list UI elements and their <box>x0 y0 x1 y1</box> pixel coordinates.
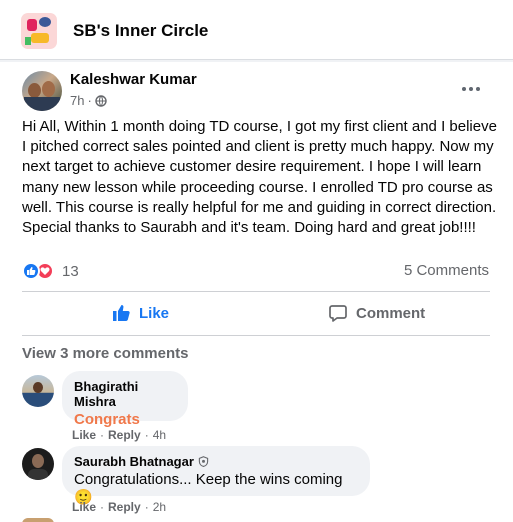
admin-badge-icon <box>198 456 209 467</box>
comment-author-row: Saurabh Bhatnagar <box>74 454 358 469</box>
commenter-avatar[interactable] <box>22 518 54 522</box>
comment-author[interactable]: Saurabh Bhatnagar <box>74 454 194 469</box>
like-icon <box>113 305 130 321</box>
separator: · <box>144 428 149 442</box>
like-label: Like <box>139 304 170 322</box>
comment-reply-link[interactable]: Reply <box>108 500 141 514</box>
comment-time[interactable]: 4h <box>153 428 166 442</box>
post-paragraph-1: Hi All, Within 1 month doing TD course, … <box>22 118 497 216</box>
comment-bubble: Saurabh Bhatnagar Congratulations... Kee… <box>62 446 370 506</box>
separator: · <box>144 500 149 514</box>
separator: · <box>100 500 105 514</box>
separator: · <box>100 428 105 442</box>
divider <box>22 291 490 292</box>
comment-like-link[interactable]: Like <box>72 500 96 514</box>
post-meta: 7h · <box>70 93 107 108</box>
view-more-comments[interactable]: View 3 more comments <box>22 345 188 362</box>
reaction-count: 13 <box>62 262 79 280</box>
globe-icon <box>95 94 107 107</box>
comment-bubble: Bhagirathi Mishra Congrats <box>62 371 188 428</box>
post-text: Hi All, Within 1 month doing TD course, … <box>22 117 498 238</box>
more-options-icon[interactable] <box>458 76 484 102</box>
comment-author[interactable]: Bhagirathi Mishra <box>74 379 176 409</box>
reactions-summary[interactable]: 13 <box>22 262 79 280</box>
comment-button[interactable]: Comment <box>328 300 425 326</box>
comment-reply-link[interactable]: Reply <box>108 428 141 442</box>
post-paragraph-2: Special thanks to Saurabh and it's team.… <box>22 219 476 237</box>
author-name[interactable]: Kaleshwar Kumar <box>70 71 197 88</box>
comment-like-link[interactable]: Like <box>72 428 96 442</box>
comment-label: Comment <box>356 304 426 322</box>
commenter-avatar[interactable] <box>22 375 54 407</box>
like-button[interactable]: Like <box>111 300 169 326</box>
group-name[interactable]: SB's Inner Circle <box>73 21 208 41</box>
author-avatar[interactable] <box>22 71 62 111</box>
post-time[interactable]: 7h <box>70 93 84 108</box>
group-avatar[interactable] <box>21 13 57 49</box>
comment-actions: Like · Reply · 2h <box>72 500 166 514</box>
like-reaction-icon <box>22 262 40 280</box>
comment-actions: Like · Reply · 4h <box>72 428 166 442</box>
comment-time[interactable]: 2h <box>153 500 166 514</box>
post-card: Kaleshwar Kumar 7h · Hi All, Within 1 mo… <box>0 62 513 522</box>
meta-separator: · <box>87 93 92 108</box>
comment-icon <box>329 305 347 322</box>
commenter-avatar[interactable] <box>22 448 54 480</box>
comments-count[interactable]: 5 Comments <box>404 262 489 279</box>
group-header: SB's Inner Circle <box>0 0 513 60</box>
comment-text: Congrats <box>74 411 140 428</box>
divider <box>22 335 490 336</box>
